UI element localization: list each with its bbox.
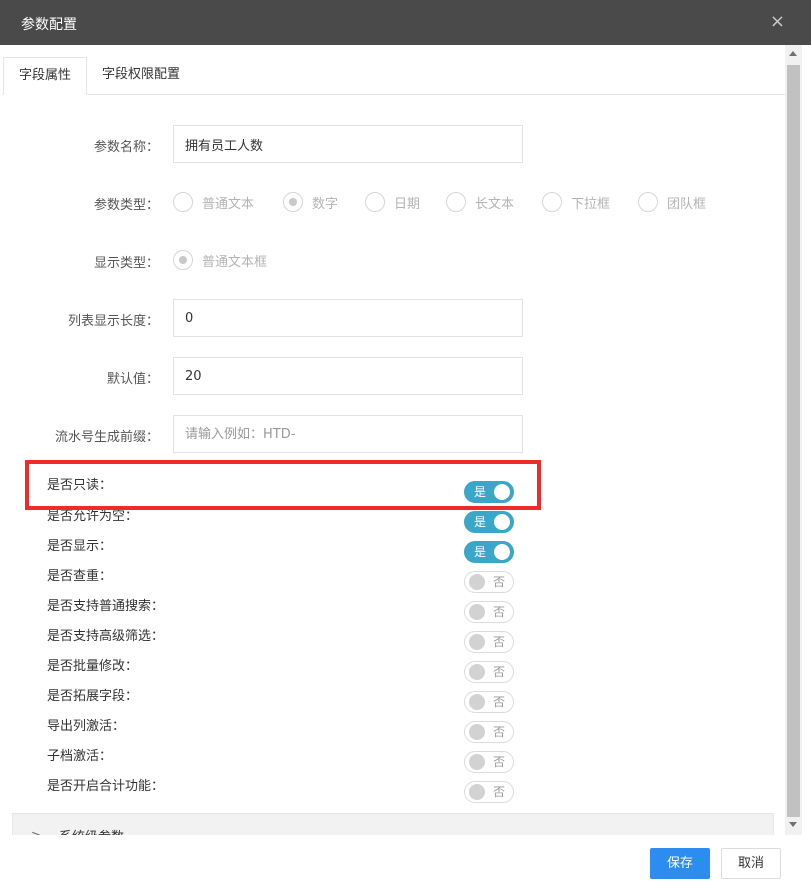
radio-label: 下拉框 [571, 196, 611, 212]
extended-field-switch[interactable]: 否 [464, 691, 514, 713]
radio-label: 普通文本 [202, 196, 255, 212]
radio-circle [446, 192, 466, 212]
close-icon[interactable]: × [770, 13, 785, 31]
param-type-radio-team[interactable]: 团队框 [638, 192, 706, 212]
radio-circle [365, 192, 385, 212]
param-name-label: 参数名称： [93, 140, 159, 155]
system-params-collapse[interactable]: > 系统级参数 [12, 813, 774, 835]
batch-edit-label: 是否批量修改： [47, 659, 139, 674]
switch-knob [469, 694, 485, 710]
param-type-radio-date[interactable]: 日期 [365, 192, 420, 212]
switch-knob [494, 514, 510, 530]
param-type-radio-text[interactable]: 普通文本 [173, 192, 254, 212]
chevron-right-icon: > [31, 828, 42, 835]
sub-file-switch[interactable]: 否 [464, 751, 514, 773]
sum-function-label: 是否开启合计功能： [47, 779, 165, 794]
radio-label: 普通文本框 [202, 254, 268, 270]
list-length-input[interactable] [173, 299, 523, 337]
switch-state: 否 [492, 755, 505, 769]
param-type-radio-dropdown[interactable]: 下拉框 [542, 192, 610, 212]
switch-state: 否 [492, 785, 505, 799]
radio-circle [173, 192, 193, 212]
dialog-title: 参数配置 [21, 17, 77, 33]
save-button[interactable]: 保存 [650, 848, 710, 879]
sum-function-switch[interactable]: 否 [464, 781, 514, 803]
cancel-button[interactable]: 取消 [721, 848, 781, 879]
allow-empty-switch[interactable]: 是 [464, 511, 514, 533]
switch-knob [494, 544, 510, 560]
tab-field-properties[interactable]: 字段属性 [3, 57, 87, 95]
radio-label: 长文本 [475, 196, 515, 212]
switch-knob [494, 484, 510, 500]
switch-state: 否 [492, 575, 505, 589]
advanced-filter-switch[interactable]: 否 [464, 631, 514, 653]
radio-label: 数字 [312, 196, 339, 212]
sub-file-label: 子档激活： [47, 749, 113, 764]
list-length-label: 列表显示长度： [67, 314, 159, 329]
switch-knob [469, 634, 485, 650]
extended-field-label: 是否拓展字段： [47, 689, 139, 704]
visible-label: 是否显示： [47, 539, 113, 554]
readonly-switch[interactable]: 是 [464, 481, 514, 503]
display-type-radio-plain[interactable]: 普通文本框 [173, 250, 267, 270]
dedupe-label: 是否查重： [47, 569, 113, 584]
advanced-filter-label: 是否支持高级筛选： [47, 629, 165, 644]
param-type-radio-number[interactable]: 数字 [283, 192, 338, 212]
basic-search-label: 是否支持普通搜索： [47, 599, 165, 614]
dedupe-switch[interactable]: 否 [464, 571, 514, 593]
switch-knob [469, 724, 485, 740]
tab-field-permissions[interactable]: 字段权限配置 [102, 57, 180, 95]
switch-knob [469, 784, 485, 800]
switch-state: 否 [492, 605, 505, 619]
switch-knob [469, 754, 485, 770]
switch-state: 是 [474, 485, 487, 499]
batch-edit-switch[interactable]: 否 [464, 661, 514, 683]
switch-knob [469, 604, 485, 620]
display-type-label: 显示类型： [93, 256, 159, 271]
visible-switch[interactable]: 是 [464, 541, 514, 563]
switch-state: 是 [474, 545, 487, 559]
serial-prefix-label: 流水号生成前缀： [54, 430, 159, 445]
param-name-input[interactable] [173, 125, 523, 163]
switch-state: 是 [474, 515, 487, 529]
radio-label: 日期 [394, 196, 421, 212]
dialog-footer: 保存 取消 [0, 835, 811, 890]
switch-state: 否 [492, 725, 505, 739]
scrollbar-thumb[interactable] [787, 65, 800, 817]
system-params-label: 系统级参数 [59, 826, 124, 835]
export-column-label: 导出列激活： [47, 719, 126, 734]
switch-state: 否 [492, 635, 505, 649]
radio-circle-selected [283, 192, 303, 212]
scroll-up-icon[interactable] [789, 51, 797, 56]
radio-circle [638, 192, 658, 212]
param-type-label: 参数类型： [93, 198, 159, 213]
vertical-scrollbar[interactable] [785, 45, 802, 835]
readonly-label: 是否只读： [47, 478, 113, 493]
switch-knob [469, 664, 485, 680]
radio-label: 团队框 [667, 196, 707, 212]
switch-state: 否 [492, 695, 505, 709]
export-column-switch[interactable]: 否 [464, 721, 514, 743]
dialog-content: 字段属性 字段权限配置 参数名称： 参数类型： 普通文本 数字 日期 长文本 下… [2, 45, 785, 835]
default-value-label: 默认值： [106, 372, 159, 387]
serial-prefix-input[interactable] [173, 415, 523, 453]
basic-search-switch[interactable]: 否 [464, 601, 514, 623]
switch-knob [469, 574, 485, 590]
radio-circle [542, 192, 562, 212]
radio-circle-selected [173, 250, 193, 270]
dialog-titlebar: 参数配置 × [0, 0, 811, 45]
switch-state: 否 [492, 665, 505, 679]
tab-bar: 字段属性 字段权限配置 [2, 57, 785, 95]
param-type-radio-longtext[interactable]: 长文本 [446, 192, 514, 212]
allow-empty-label: 是否允许为空： [47, 509, 139, 524]
scroll-down-icon[interactable] [789, 822, 797, 827]
default-value-input[interactable] [173, 357, 523, 395]
